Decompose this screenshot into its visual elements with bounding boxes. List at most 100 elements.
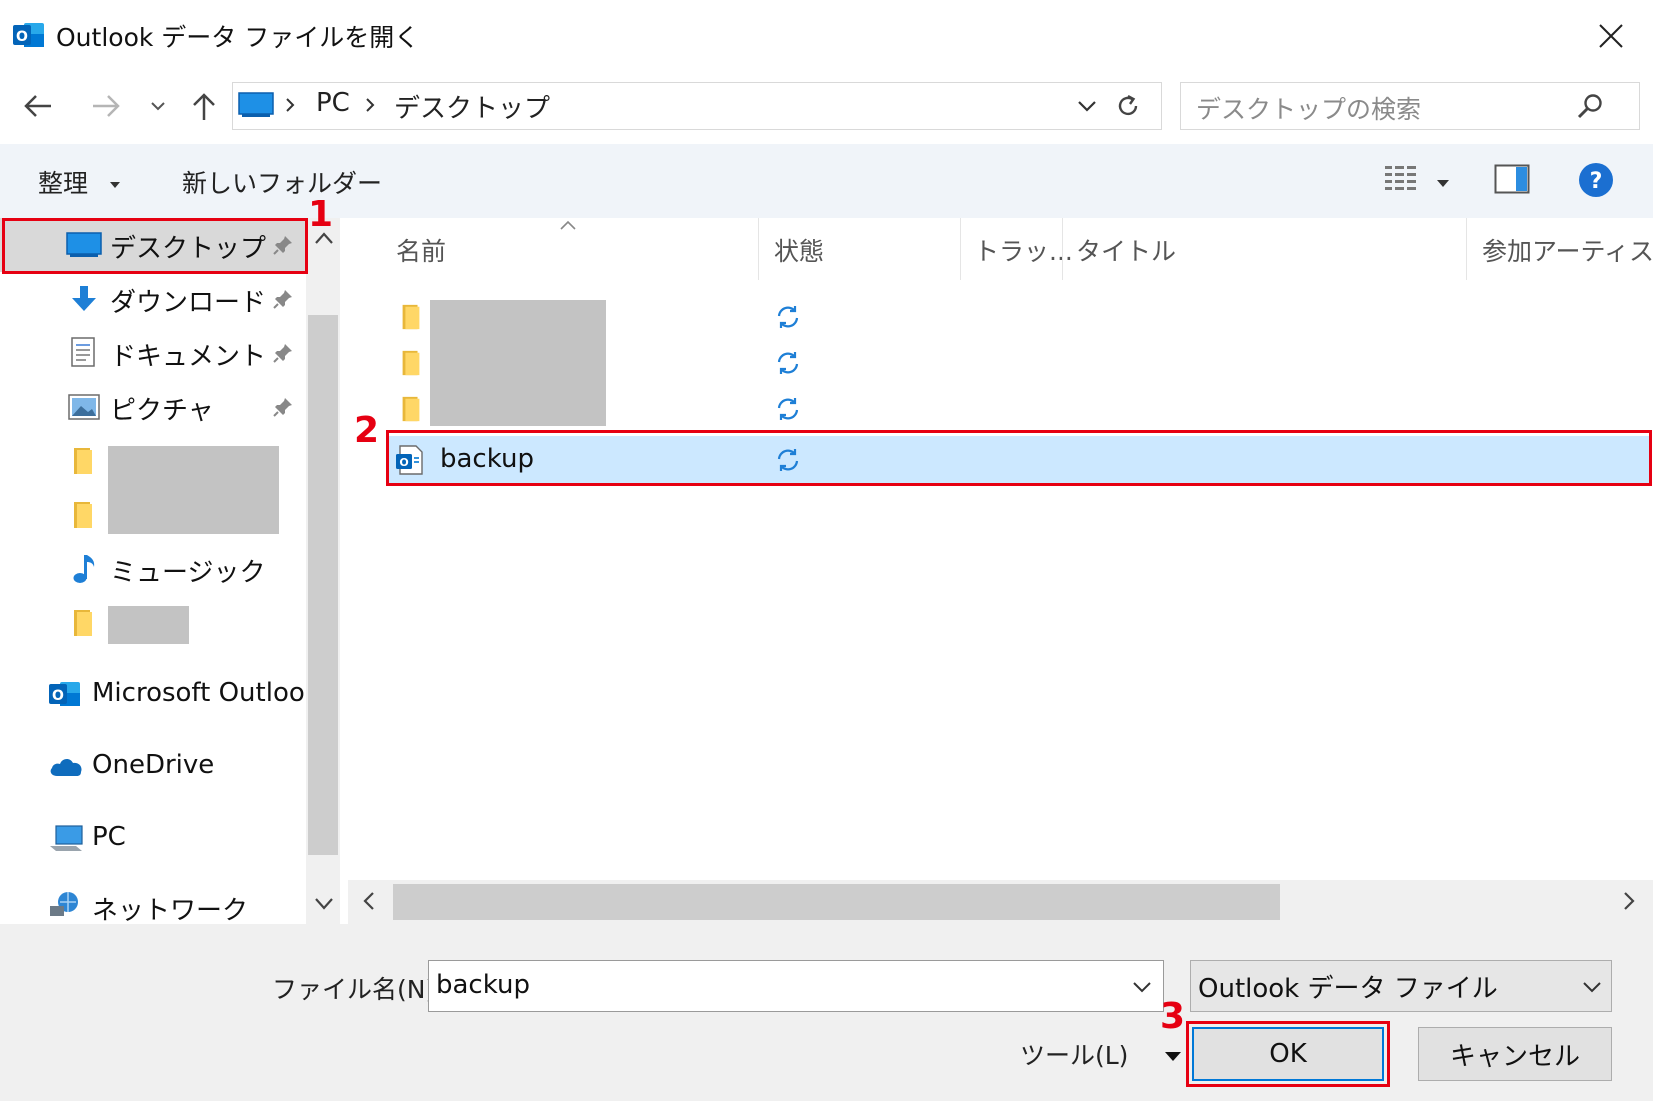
- back-button[interactable]: [18, 84, 58, 128]
- address-dropdown-button[interactable]: [1072, 90, 1102, 122]
- chevron-down-icon: [1133, 982, 1151, 993]
- organize-label: 整理: [38, 169, 89, 198]
- sidebar-item-pictures[interactable]: ピクチャ: [0, 380, 306, 434]
- pin-icon: [273, 290, 292, 309]
- window-title: Outlook データ ファイルを開く: [56, 23, 420, 52]
- sidebar-item-label: OneDrive: [92, 750, 215, 780]
- chevron-down-icon: [151, 102, 165, 111]
- help-icon: ?: [1579, 163, 1613, 197]
- filename-value[interactable]: backup: [436, 970, 530, 1000]
- annotation-box-1: [2, 218, 308, 274]
- breadcrumb-desktop[interactable]: デスクトップ: [394, 88, 550, 125]
- up-arrow-icon: [193, 93, 215, 120]
- breadcrumb-pc[interactable]: PC: [316, 88, 350, 118]
- folder-icon: [74, 610, 92, 636]
- column-header-name[interactable]: 名前: [396, 232, 446, 268]
- redacted-block: [430, 300, 606, 426]
- column-header-track[interactable]: トラッ...: [974, 232, 1073, 268]
- sidebar-item-microsoft-outlook[interactable]: O Microsoft Outlook: [0, 668, 320, 722]
- details-view-icon: [1385, 166, 1416, 190]
- svg-text:O: O: [52, 688, 64, 704]
- scroll-down-icon[interactable]: [314, 896, 334, 915]
- network-icon: [50, 892, 78, 916]
- column-header-status[interactable]: 状態: [774, 232, 824, 268]
- horizontal-scrollbar-thumb[interactable]: [393, 884, 1280, 920]
- column-divider: [1062, 218, 1063, 280]
- pin-icon: [273, 398, 292, 417]
- annotation-number-2: 2: [354, 410, 380, 451]
- search-input[interactable]: デスクトップの検索: [1196, 90, 1421, 126]
- new-folder-button[interactable]: 新しいフォルダー: [182, 164, 382, 200]
- caret-down-icon: [1165, 1052, 1182, 1061]
- cancel-button[interactable]: キャンセル: [1418, 1027, 1612, 1081]
- breadcrumb-chevron-icon: [364, 96, 376, 118]
- download-icon: [72, 286, 96, 311]
- sort-ascending-icon: [558, 216, 578, 235]
- filename-label: ファイル名(N):: [272, 975, 444, 1004]
- view-dropdown-button[interactable]: [1436, 174, 1450, 193]
- column-divider: [758, 218, 759, 280]
- annotation-number-1: 1: [308, 194, 334, 235]
- sidebar-item-label: ピクチャ: [110, 396, 214, 426]
- sidebar-item-music[interactable]: ミュージック: [0, 542, 306, 596]
- sync-icon: [777, 398, 799, 420]
- redacted-block: [108, 606, 189, 644]
- close-button[interactable]: [1585, 14, 1637, 58]
- refresh-icon: [1118, 94, 1138, 116]
- svg-text:O: O: [16, 29, 28, 45]
- forward-button[interactable]: [86, 84, 126, 128]
- view-options-button[interactable]: [1384, 162, 1418, 200]
- scroll-left-icon[interactable]: [362, 890, 376, 916]
- dialog-footer: [0, 924, 1653, 1101]
- filename-dropdown-button[interactable]: [1132, 978, 1152, 997]
- chevron-down-icon: [1583, 982, 1601, 993]
- sidebar-item-label: Microsoft Outlook: [92, 678, 320, 708]
- column-header-title[interactable]: タイトル: [1076, 232, 1176, 268]
- sidebar-scrollbar-thumb[interactable]: [308, 315, 338, 855]
- annotation-number-3: 3: [1160, 996, 1186, 1037]
- folder-icon: [74, 502, 92, 528]
- scroll-right-icon[interactable]: [1622, 890, 1636, 916]
- music-icon: [73, 555, 95, 583]
- close-icon: [1599, 24, 1623, 48]
- up-button[interactable]: [186, 84, 222, 128]
- tools-menu[interactable]: ツール(L): [1020, 1036, 1182, 1072]
- sync-icon: [777, 352, 799, 374]
- organize-button[interactable]: 整理: [38, 164, 122, 200]
- filename-input[interactable]: [428, 960, 1164, 1012]
- chevron-down-icon: [1078, 101, 1096, 112]
- column-header-artist[interactable]: 参加アーティスト: [1482, 232, 1653, 268]
- outlook-icon: O: [12, 20, 46, 50]
- sidebar-item-label: ミュージック: [110, 558, 266, 588]
- folder-icon: [402, 396, 420, 422]
- preview-pane-button[interactable]: [1494, 164, 1530, 198]
- caret-down-icon: [1437, 180, 1449, 187]
- svg-text:?: ?: [1590, 169, 1603, 194]
- outlook-icon: O: [49, 682, 80, 706]
- document-icon: [71, 337, 95, 367]
- help-button[interactable]: ?: [1578, 162, 1614, 202]
- recent-locations-button[interactable]: [146, 92, 170, 120]
- column-divider: [1466, 218, 1467, 280]
- sync-icon: [777, 306, 799, 328]
- sidebar-item-label: ネットワーク: [92, 896, 249, 924]
- pc-icon: [50, 825, 83, 851]
- folder-icon: [74, 448, 92, 474]
- sidebar-item-label: PC: [92, 822, 126, 852]
- sidebar-item-downloads[interactable]: ダウンロード: [0, 272, 306, 326]
- search-icon: [1576, 92, 1604, 124]
- filetype-value: Outlook データ ファイル: [1198, 974, 1498, 1004]
- breadcrumb-chevron-icon: [284, 96, 296, 118]
- tools-label: ツール(L): [1020, 1041, 1129, 1070]
- sidebar-item-onedrive[interactable]: OneDrive: [0, 740, 306, 794]
- sidebar-item-pc[interactable]: PC: [0, 812, 306, 866]
- sidebar-item-label: ダウンロード: [110, 288, 267, 318]
- filetype-dropdown-icon: [1582, 978, 1602, 997]
- sidebar-item-network[interactable]: ネットワーク: [0, 880, 306, 924]
- folder-icon: [402, 350, 420, 376]
- refresh-button[interactable]: [1110, 88, 1146, 124]
- pin-icon: [273, 344, 292, 363]
- navigation-pane: デスクトップ ダウンロード ドキュメント ピクチャ ミュージック O Micro…: [0, 218, 340, 924]
- redacted-block: [108, 446, 279, 534]
- sidebar-item-documents[interactable]: ドキュメント: [0, 326, 306, 380]
